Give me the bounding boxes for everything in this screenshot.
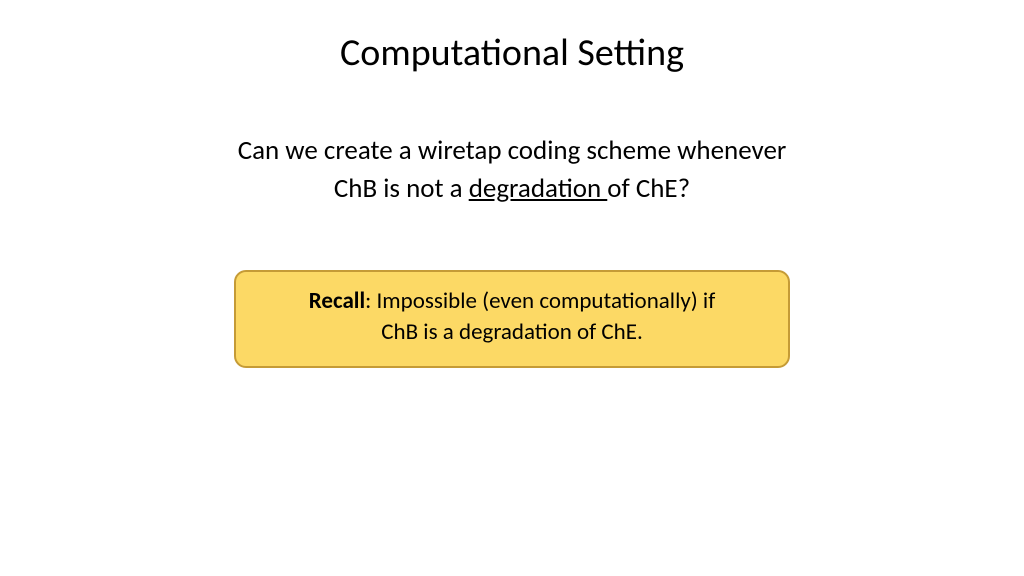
question-line2-pre: ChB is not a: [334, 172, 469, 205]
question-line1: Can we create a wiretap coding scheme wh…: [238, 134, 787, 167]
question-degradation-underlined: degradation: [469, 172, 608, 205]
slide-container: Computational Setting Can we create a wi…: [0, 0, 1024, 576]
question-line2-post: of ChE?: [607, 172, 690, 205]
recall-line2: ChB is a degradation of ChE.: [381, 318, 643, 346]
recall-callout: Recall: Impossible (even computationally…: [234, 270, 790, 368]
question-text: Can we create a wiretap coding scheme wh…: [0, 132, 1024, 208]
slide-title: Computational Setting: [0, 30, 1024, 76]
recall-label: Recall: [309, 287, 365, 315]
recall-line1-rest: : Impossible (even computationally) if: [365, 287, 715, 315]
